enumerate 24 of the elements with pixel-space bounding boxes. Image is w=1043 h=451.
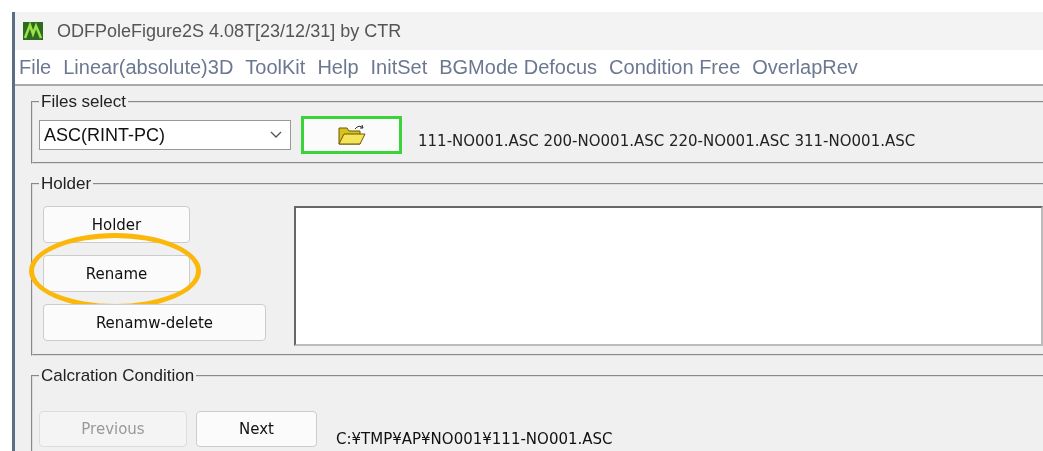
- menu-item[interactable]: Help: [317, 55, 359, 79]
- app-icon: [23, 22, 43, 40]
- action-button[interactable]: Rename: [43, 255, 190, 292]
- chevron-down-icon: [270, 131, 282, 139]
- menu-item[interactable]: ToolKit: [245, 55, 306, 79]
- file-list-text: 111-NO001.ASC 200-NO001.ASC 220-NO001.ASC 311-NO001.ASC: [418, 132, 916, 150]
- open-folder-button[interactable]: [301, 116, 402, 154]
- action-button[interactable]: Holder: [43, 206, 190, 243]
- menu-item[interactable]: Linear(absolute)3D: [63, 55, 234, 79]
- menu-item[interactable]: File: [19, 55, 52, 79]
- menu-item[interactable]: InitSet: [370, 55, 428, 79]
- menu-item[interactable]: Condition Free: [609, 55, 741, 79]
- window-title: ODFPoleFigure2S 4.08T[23/12/31] by CTR: [57, 20, 402, 42]
- action-button[interactable]: Renamw-delete: [43, 304, 266, 341]
- menu-item[interactable]: OverlapRev: [752, 55, 858, 79]
- next-button[interactable]: Next: [196, 411, 317, 447]
- group-label: Holder: [40, 174, 93, 194]
- menu-item[interactable]: BGMode Defocus: [439, 55, 598, 79]
- folder-icon: [337, 124, 366, 146]
- list-box[interactable]: [294, 206, 1043, 346]
- group-label: Files select: [40, 92, 128, 112]
- file-path-text: C:¥TMP¥AP¥NO001¥111-NO001.ASC: [336, 430, 613, 448]
- group-label: Calcration Condition: [40, 366, 196, 386]
- format-dropdown[interactable]: ASC(RINT-PC): [39, 120, 291, 150]
